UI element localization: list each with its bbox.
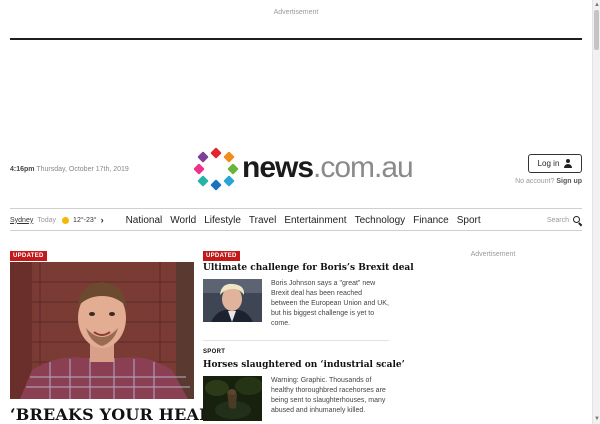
signup-link[interactable]: Sign up [556,178,582,185]
nav-item-travel[interactable]: Travel [249,215,276,226]
search-area[interactable]: Search [547,215,582,225]
nav-item-technology[interactable]: Technology [355,215,406,226]
updated-badge: UPDATED [10,251,47,261]
scrollbar-thumb[interactable] [594,10,599,50]
story-headline[interactable]: Ultimate challenge for Boris’s Brexit de… [203,263,414,273]
chevron-right-icon[interactable]: › [101,215,104,225]
logo-wordmark: news.com.au [242,151,414,184]
no-account-text: No account? [515,178,555,185]
signup-prompt: No account? Sign up [500,178,582,185]
weather-day: Today [37,216,57,224]
current-time: 4:16pm [10,166,35,173]
story-divider [203,340,389,341]
weather-temps: 12°-23° [73,216,97,224]
main-nav: Sydney Today 12°-23° › National World Li… [10,210,582,230]
story-summary: Boris Johnson says a "great" new Brexit … [271,280,389,327]
advertisement-label: Advertisement [470,251,516,258]
nav-divider-top [10,208,582,209]
story-summary: Warning: Graphic. Thousands of healthy t… [271,377,386,414]
story-thumbnail[interactable] [203,376,262,421]
nav-item-lifestyle[interactable]: Lifestyle [204,215,241,226]
nav-item-sport[interactable]: Sport [457,215,481,226]
login-button[interactable]: Log in [528,154,582,173]
nav-item-world[interactable]: World [170,215,196,226]
user-icon [564,159,573,168]
scroll-down-arrow-icon[interactable]: ▼ [594,416,600,422]
updated-badge: UPDATED [203,251,240,261]
login-label: Log in [537,159,560,168]
section-label-sport[interactable]: SPORT [203,349,225,355]
logo-mark-icon [193,147,239,191]
nav-item-national[interactable]: National [126,215,163,226]
advertisement-label: Advertisement [273,9,319,16]
search-label[interactable]: Search [547,217,569,224]
scrollbar[interactable]: ▲ ▼ [592,0,600,424]
story-headline[interactable]: Horses slaughtered on ‘industrial scale’ [203,360,405,370]
header-datetime: 4:16pm Thursday, October 17th, 2019 [10,166,129,173]
nav-links: National World Lifestyle Travel Entertai… [126,215,481,226]
nav-divider-bottom [10,230,582,231]
sun-icon [62,216,70,224]
story-thumbnail[interactable] [203,279,262,322]
nav-item-finance[interactable]: Finance [413,215,449,226]
site-logo[interactable]: news.com.au [193,147,414,191]
ad-divider [10,38,582,40]
scroll-up-arrow-icon[interactable]: ▲ [594,2,600,8]
nav-item-entertainment[interactable]: Entertainment [284,215,346,226]
weather-location-link[interactable]: Sydney [10,217,33,224]
search-icon[interactable] [573,215,582,225]
current-date: Thursday, October 17th, 2019 [36,166,129,173]
lead-story-image[interactable] [10,262,194,399]
